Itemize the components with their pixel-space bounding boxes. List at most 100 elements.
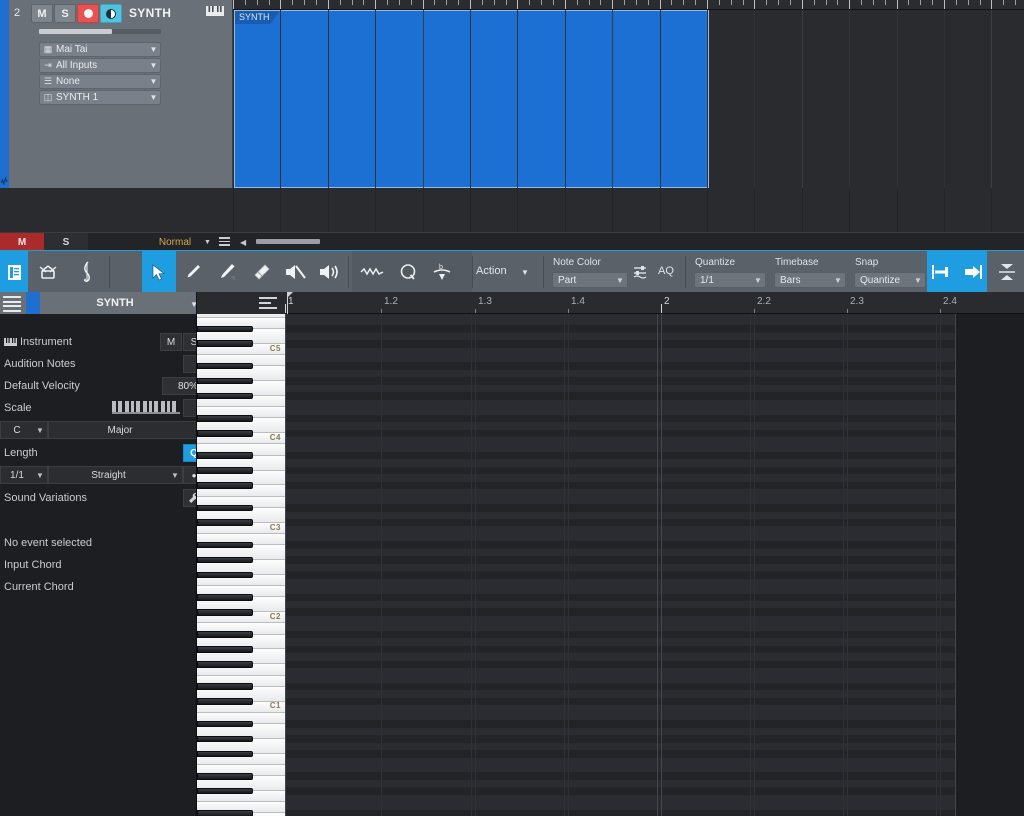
arranger-track-lane[interactable]: SYNTH bbox=[233, 10, 1024, 188]
grid-note-row[interactable] bbox=[285, 772, 1024, 780]
drum-editor-icon[interactable] bbox=[28, 251, 68, 293]
grid-note-row[interactable] bbox=[285, 809, 1024, 816]
grid-note-row[interactable] bbox=[285, 533, 1024, 542]
grid-note-row[interactable] bbox=[285, 601, 1024, 609]
arrow-tool-icon[interactable] bbox=[142, 251, 176, 293]
score-editor-icon[interactable] bbox=[68, 251, 108, 293]
piano-black-key[interactable] bbox=[197, 720, 253, 728]
grid-note-row[interactable] bbox=[285, 787, 1024, 795]
grid-note-row[interactable] bbox=[285, 399, 1024, 408]
piano-black-key[interactable] bbox=[197, 750, 253, 758]
grid-note-row[interactable] bbox=[285, 683, 1024, 691]
list-icon[interactable] bbox=[219, 237, 230, 247]
grid-note-row[interactable] bbox=[285, 511, 1024, 519]
snap-end-icon[interactable] bbox=[957, 251, 987, 293]
note-color-dropdown[interactable]: Part ▼ bbox=[552, 272, 628, 288]
grid-note-row[interactable] bbox=[285, 459, 1024, 467]
grid-note-row[interactable] bbox=[285, 429, 1024, 437]
grid-note-row[interactable] bbox=[285, 384, 1024, 393]
grid-note-row[interactable] bbox=[285, 645, 1024, 654]
grid-note-row[interactable] bbox=[285, 765, 1024, 773]
piano-black-key[interactable] bbox=[197, 631, 253, 638]
grid-note-row[interactable] bbox=[285, 422, 1024, 430]
grid-note-row[interactable] bbox=[285, 444, 1024, 452]
grid-note-row[interactable] bbox=[285, 638, 1024, 646]
left-triangle-icon[interactable]: ◀ bbox=[240, 238, 246, 247]
piano-black-key[interactable] bbox=[197, 787, 253, 795]
editor-timeline-ruler[interactable]: 1 1.2 1.3 1.4 2 2.2 2.3 2.4 bbox=[285, 292, 1024, 314]
vertical-zoom-icon[interactable] bbox=[989, 251, 1024, 293]
midi-part-synth[interactable]: SYNTH bbox=[234, 10, 709, 188]
scale-mode-dropdown[interactable]: Major ▼ bbox=[48, 421, 206, 439]
grid-note-row[interactable] bbox=[285, 578, 1024, 587]
track-header[interactable]: 2 M S SYNTH ▦ Mai Tai ▼ ⇥ All Inputs ▼ ☰… bbox=[9, 0, 233, 188]
grid-note-row[interactable] bbox=[285, 630, 1024, 639]
piano-black-key[interactable] bbox=[197, 810, 253, 816]
track-record-button[interactable] bbox=[77, 4, 99, 23]
piano-black-key[interactable] bbox=[197, 325, 253, 333]
piano-roll-grid[interactable] bbox=[285, 314, 1024, 816]
piano-black-key[interactable] bbox=[197, 661, 253, 668]
grid-note-row[interactable] bbox=[285, 571, 1024, 579]
grid-note-row[interactable] bbox=[285, 563, 1024, 572]
grid-note-row[interactable] bbox=[285, 347, 1024, 355]
piano-black-key[interactable] bbox=[197, 362, 253, 370]
note-layout-icon[interactable] bbox=[259, 297, 277, 309]
track-mute-button[interactable]: M bbox=[31, 4, 53, 23]
quantize-icon[interactable] bbox=[392, 251, 424, 293]
grid-note-row[interactable] bbox=[285, 377, 1024, 385]
mute-tool-icon[interactable] bbox=[278, 251, 312, 293]
grid-note-row[interactable] bbox=[285, 474, 1024, 482]
grid-note-row[interactable] bbox=[285, 712, 1024, 721]
piano-black-key[interactable] bbox=[197, 608, 253, 616]
piano-black-key[interactable] bbox=[197, 519, 253, 527]
piano-black-key[interactable] bbox=[197, 482, 253, 489]
piano-black-key[interactable] bbox=[197, 415, 253, 422]
chevron-down-icon[interactable]: ▼ bbox=[204, 239, 211, 246]
auto-quantize-label[interactable]: AQ bbox=[658, 265, 674, 277]
grid-note-row[interactable] bbox=[285, 519, 1024, 527]
piano-black-key[interactable] bbox=[197, 541, 253, 549]
piano-black-key[interactable] bbox=[197, 392, 253, 400]
piano-keyboard[interactable]: C5 C4 C3 C2 C1 bbox=[196, 314, 285, 816]
grid-note-row[interactable] bbox=[285, 481, 1024, 490]
snap-start-icon[interactable] bbox=[927, 251, 957, 293]
grid-note-row[interactable] bbox=[285, 802, 1024, 810]
grid-note-row[interactable] bbox=[285, 392, 1024, 400]
length-value-dropdown[interactable]: 1/1 ▼ bbox=[0, 466, 48, 484]
grid-note-row[interactable] bbox=[285, 750, 1024, 758]
grid-note-row[interactable] bbox=[285, 705, 1024, 713]
piano-black-key[interactable] bbox=[197, 646, 253, 653]
eraser-tool-icon[interactable] bbox=[244, 251, 278, 293]
grid-note-row[interactable] bbox=[285, 414, 1024, 423]
snap-dropdown[interactable]: Quantize ▼ bbox=[854, 272, 926, 288]
grid-note-row[interactable] bbox=[285, 615, 1024, 624]
grid-note-row[interactable] bbox=[285, 668, 1024, 676]
scale-root-dropdown[interactable]: C ▼ bbox=[0, 421, 48, 439]
piano-black-key[interactable] bbox=[197, 735, 253, 743]
paint-tool-icon[interactable] bbox=[176, 251, 210, 293]
piano-black-key[interactable] bbox=[197, 556, 253, 564]
track-instrument-selector[interactable]: ▦ Mai Tai ▼ bbox=[39, 42, 161, 57]
grid-note-row[interactable] bbox=[285, 727, 1024, 736]
track-monitor-button[interactable] bbox=[100, 4, 122, 23]
inspector-toggle-icon[interactable] bbox=[0, 251, 28, 293]
grid-note-row[interactable] bbox=[285, 526, 1024, 534]
grid-note-row[interactable] bbox=[285, 660, 1024, 669]
pencil-tool-icon[interactable] bbox=[210, 251, 244, 293]
grid-note-row[interactable] bbox=[285, 653, 1024, 661]
grid-note-row[interactable] bbox=[285, 407, 1024, 415]
piano-black-key[interactable] bbox=[197, 377, 253, 385]
grid-note-row[interactable] bbox=[285, 757, 1024, 766]
horizontal-scrollbar[interactable] bbox=[256, 239, 320, 244]
grid-note-row[interactable] bbox=[285, 720, 1024, 728]
arranger-timeline-ruler[interactable] bbox=[233, 0, 1024, 10]
piano-black-key[interactable] bbox=[197, 698, 253, 705]
channel-mute-button[interactable]: M bbox=[0, 233, 44, 251]
grid-note-row[interactable] bbox=[285, 541, 1024, 549]
grid-note-row[interactable] bbox=[285, 437, 1024, 445]
grid-note-row[interactable] bbox=[285, 675, 1024, 684]
grid-note-row[interactable] bbox=[285, 623, 1024, 631]
track-solo-button[interactable]: S bbox=[54, 4, 76, 23]
track-input-selector[interactable]: ⇥ All Inputs ▼ bbox=[39, 58, 161, 73]
